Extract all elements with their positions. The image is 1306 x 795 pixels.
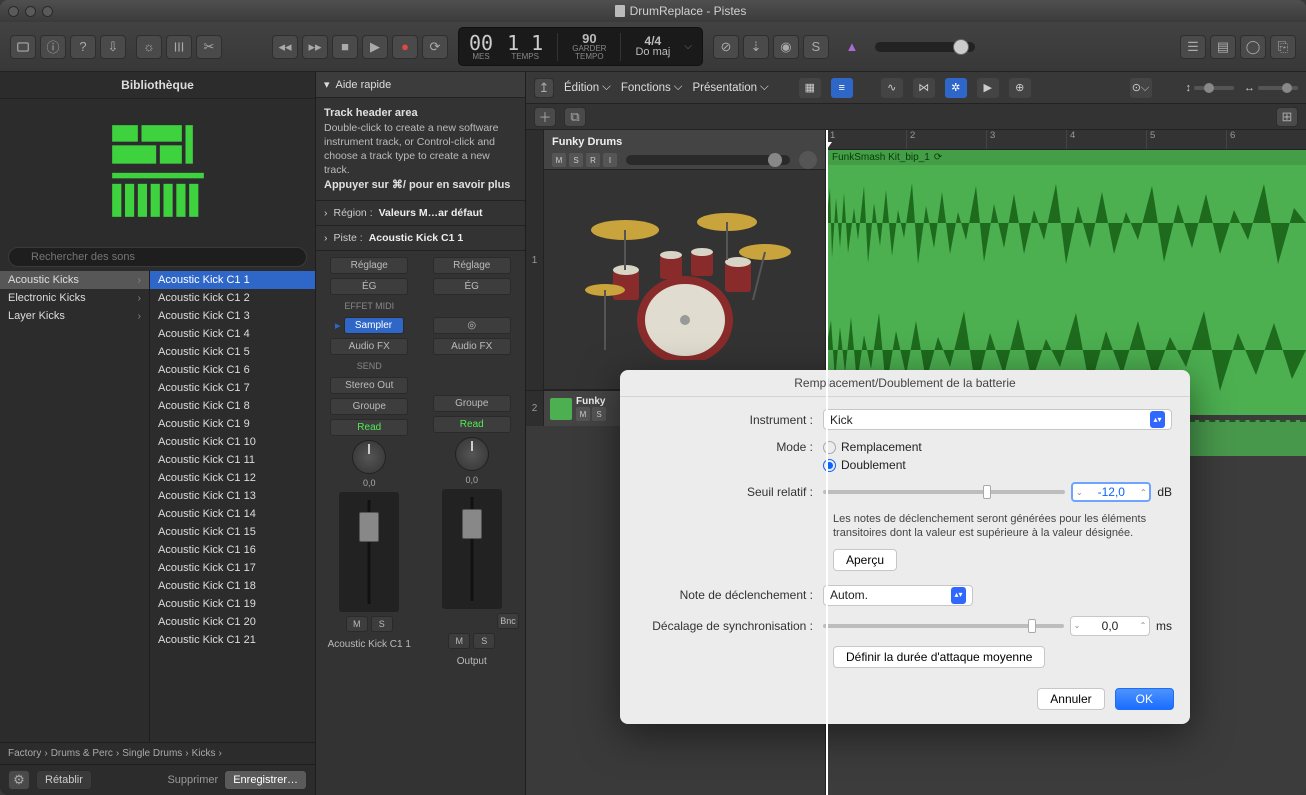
trigger-note-label: Note de déclenchement : [638,588,813,602]
dialog-title: Remplacement/Doublement de la batterie [620,370,1190,397]
timing-offset-unit: ms [1156,619,1172,633]
preview-button[interactable]: Aperçu [833,549,897,571]
mode-label: Mode : [638,440,813,454]
mode-double-radio[interactable]: Doublement [823,458,906,472]
instrument-label: Instrument : [638,413,813,427]
timing-offset-label: Décalage de synchronisation : [638,619,813,633]
threshold-unit: dB [1157,485,1172,499]
instrument-select[interactable]: Kick▴▾ [823,409,1172,430]
cancel-button[interactable]: Annuler [1037,688,1104,710]
trigger-note-select[interactable]: Autom.▴▾ [823,585,973,606]
threshold-label: Seuil relatif : [638,485,813,499]
mode-replace-radio[interactable]: Remplacement [823,440,922,454]
threshold-value-field[interactable]: ⌄-12,0⌃ [1071,482,1151,502]
set-avg-attack-button[interactable]: Définir la durée d'attaque moyenne [833,646,1045,668]
timing-offset-field[interactable]: ⌄0,0⌃ [1070,616,1150,636]
ok-button[interactable]: OK [1115,688,1174,710]
drum-replace-dialog: Remplacement/Doublement de la batterie I… [620,370,1190,724]
playhead[interactable] [826,130,828,795]
threshold-slider[interactable] [823,490,1065,494]
threshold-hint: Les notes de déclenchement seront généré… [833,512,1172,541]
timing-offset-slider[interactable] [823,624,1064,628]
